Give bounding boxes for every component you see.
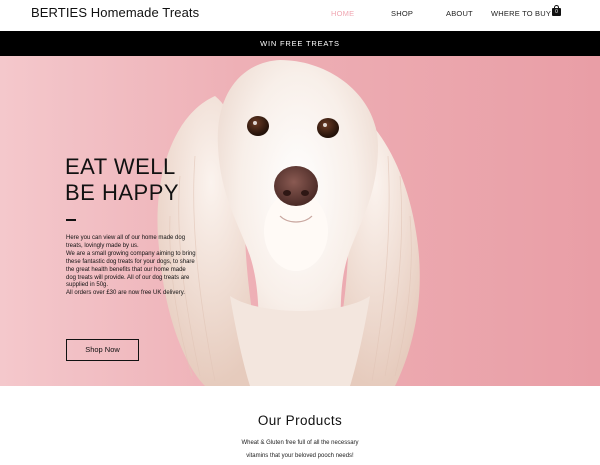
site-header: BERTIES Homemade Treats HOME SHOP ABOUT … [0,0,600,31]
products-description: Wheat & Gluten free full of all the nece… [0,437,600,463]
nav-shop[interactable]: SHOP [391,9,413,18]
main-nav: HOME SHOP ABOUT WHERE TO BUY [0,9,600,23]
hero-description: Here you can view all of our home made d… [66,235,196,298]
hero-paragraph: Here you can view all of our home made d… [66,235,186,249]
cart-button[interactable]: 0 [552,5,561,16]
hero-section: EAT WELL BE HAPPY Here you can view all … [0,56,600,386]
hero-title: EAT WELL BE HAPPY [65,154,179,206]
hero-title-line2: BE HAPPY [65,180,180,205]
nav-where-to-buy[interactable]: WHERE TO BUY [491,9,551,18]
products-line1: Wheat & Gluten free full of all the nece… [241,440,359,446]
cart-count: 0 [555,9,558,15]
nav-home[interactable]: HOME [331,9,354,18]
shop-now-button[interactable]: Shop Now [66,339,139,361]
hero-title-line1: EAT WELL [65,154,176,179]
products-heading: Our Products [257,413,343,428]
products-line2: vitamins that your beloved pooch needs! [246,453,354,459]
hero-paragraph: We are a small growing company aiming to… [66,250,196,289]
hero-divider [66,219,76,221]
hero-dog-image [157,60,420,386]
nav-about[interactable]: ABOUT [446,9,473,18]
promo-banner[interactable]: WIN FREE TREATS [0,31,600,56]
hero-paragraph: All orders over £30 are now free UK deli… [66,290,185,297]
